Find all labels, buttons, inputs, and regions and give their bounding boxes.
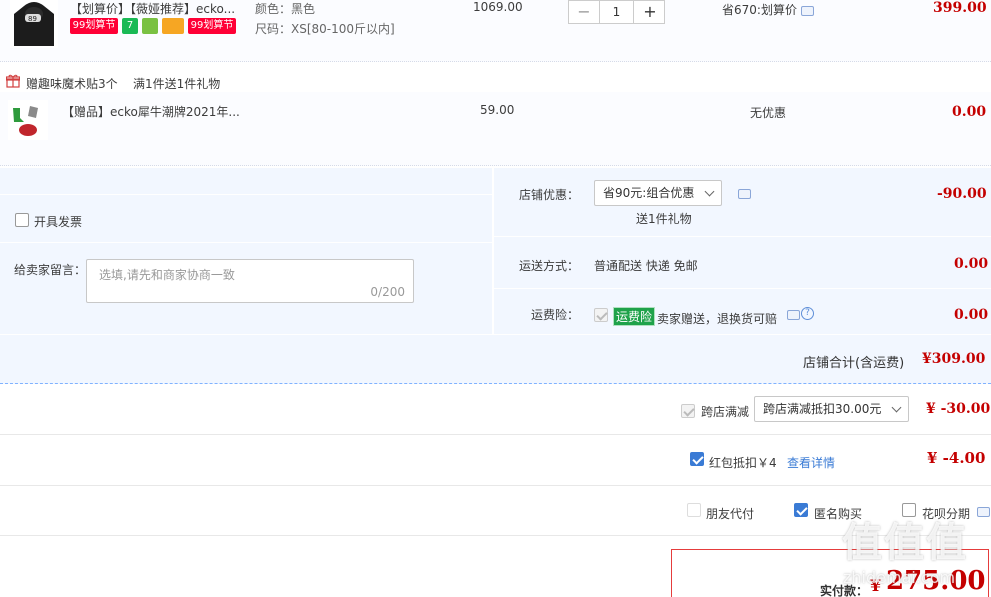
store-promo-select[interactable]: 省90元:组合优惠 <box>594 180 722 206</box>
watermark-url: zhidemai.com <box>843 568 956 587</box>
item-size: 尺码：XS[80-100斤以内] <box>255 22 395 36</box>
redpacket-amount: ¥ -4.00 <box>927 449 986 467</box>
item-subtotal: 399.00 <box>933 0 987 16</box>
quantity-input[interactable]: 1 <box>599 1 634 23</box>
increase-button[interactable]: + <box>635 1 665 23</box>
store-promo-value: 省90元:组合优惠 <box>603 186 695 200</box>
promo-badge: 99划算节 <box>70 18 118 34</box>
gift-price: 59.00 <box>480 103 515 117</box>
unit-price: 1069.00 <box>473 0 523 14</box>
quantity-stepper: − 1 + <box>568 0 665 24</box>
right-divider-2 <box>494 288 991 289</box>
shipping-value: 普通配送 快递 免邮 <box>594 259 698 273</box>
svg-text:89: 89 <box>28 15 37 23</box>
chevron-down-icon <box>891 402 902 413</box>
message-placeholder: 选填,请先和商家协商一致 <box>99 268 235 282</box>
cross-store-row: 跨店满减 跨店满减抵扣30.00元 ¥ -30.00 <box>0 386 991 435</box>
seven-day-return-badge: 7 <box>122 18 138 34</box>
product-row: 89 【划算价】【薇娅推荐】ecko... 99划算节 7 99划算节 颜色：黑… <box>0 0 991 62</box>
store-total-label: 店铺合计(含运费) <box>803 356 905 371</box>
hoodie-thumbnail[interactable]: 89 <box>10 0 58 48</box>
guarantee-icon <box>142 18 158 34</box>
store-total-amount: ¥309.00 <box>922 351 986 367</box>
insurance-checkbox <box>594 308 608 322</box>
cross-store-checkbox <box>681 404 695 418</box>
chat-icon[interactable] <box>977 507 990 517</box>
redpacket-checkbox[interactable] <box>690 452 704 466</box>
cross-store-value: 跨店满减抵扣30.00元 <box>763 402 882 416</box>
invoice-checkbox[interactable] <box>15 213 29 227</box>
item-title[interactable]: 【划算价】【薇娅推荐】ecko... <box>70 0 235 17</box>
friend-pay-checkbox[interactable] <box>687 503 701 517</box>
gift-item-row: 【赠品】ecko犀牛潮牌2021年... 59.00 无优惠 0.00 <box>0 92 991 166</box>
invoice-label: 开具发票 <box>34 215 83 229</box>
promo-label: 店铺优惠： <box>519 188 580 202</box>
redpacket-details-link[interactable]: 查看详情 <box>787 454 835 471</box>
redpacket-label: 红包抵扣￥4 <box>709 456 777 470</box>
gift-discount: 无优惠 <box>750 106 787 120</box>
promo-sub-text: 送1件礼物 <box>636 212 692 226</box>
promo-amount: -90.00 <box>937 186 987 202</box>
gift-title[interactable]: 【赠品】ecko犀牛潮牌2021年... <box>62 103 240 120</box>
gift-header-text: 赠趣味魔术贴3个 <box>26 77 118 91</box>
shipping-label: 运送方式： <box>519 259 580 273</box>
right-divider-1 <box>494 236 991 237</box>
chevron-down-icon <box>704 186 715 197</box>
gift-icon <box>5 74 21 91</box>
card-icon <box>162 18 184 34</box>
total-divider <box>0 334 991 335</box>
insurance-text: 卖家赠送，退换货可赔 <box>657 312 778 326</box>
chat-icon[interactable] <box>787 310 800 320</box>
seller-message-input[interactable]: 选填,请先和商家协商一致 0/200 <box>86 259 414 303</box>
store-summary-panel: 开具发票 给卖家留言： 选填,请先和商家协商一致 0/200 店铺优惠： 省90… <box>0 168 991 384</box>
help-icon[interactable]: ? <box>801 307 814 320</box>
column-divider <box>492 168 494 334</box>
insurance-tag: 运费险 <box>613 307 656 326</box>
promo-badge-2: 99划算节 <box>188 18 236 34</box>
chat-icon[interactable] <box>801 6 814 16</box>
item-color: 颜色：黑色 <box>255 2 316 16</box>
insurance-label: 运费险： <box>531 308 580 322</box>
gift-thumbnail[interactable] <box>8 100 48 140</box>
cross-store-select[interactable]: 跨店满减抵扣30.00元 <box>754 396 909 422</box>
anonymous-checkbox[interactable] <box>794 503 808 517</box>
shipping-amount: 0.00 <box>954 256 989 272</box>
left-mid-divider <box>0 242 492 243</box>
friend-pay-label: 朋友代付 <box>706 507 755 521</box>
insurance-amount: 0.00 <box>954 307 989 323</box>
left-top-divider <box>0 194 492 195</box>
item-discount: 省670:划算价 <box>722 3 797 17</box>
watermark-logo: 值值值 <box>842 520 968 566</box>
gift-subtotal: 0.00 <box>952 104 987 120</box>
message-counter: 0/200 <box>370 285 405 299</box>
badge-row: 99划算节 7 99划算节 <box>70 18 240 34</box>
cross-store-label: 跨店满减 <box>701 405 750 419</box>
decrease-button[interactable]: − <box>569 1 599 23</box>
chat-icon[interactable] <box>738 189 751 199</box>
gift-promo-text: 满1件送1件礼物 <box>133 77 221 91</box>
message-label: 给卖家留言： <box>14 263 87 277</box>
cross-store-amount: ¥ -30.00 <box>926 401 991 417</box>
redpacket-row: 红包抵扣￥4 查看详情 ¥ -4.00 <box>0 435 991 486</box>
